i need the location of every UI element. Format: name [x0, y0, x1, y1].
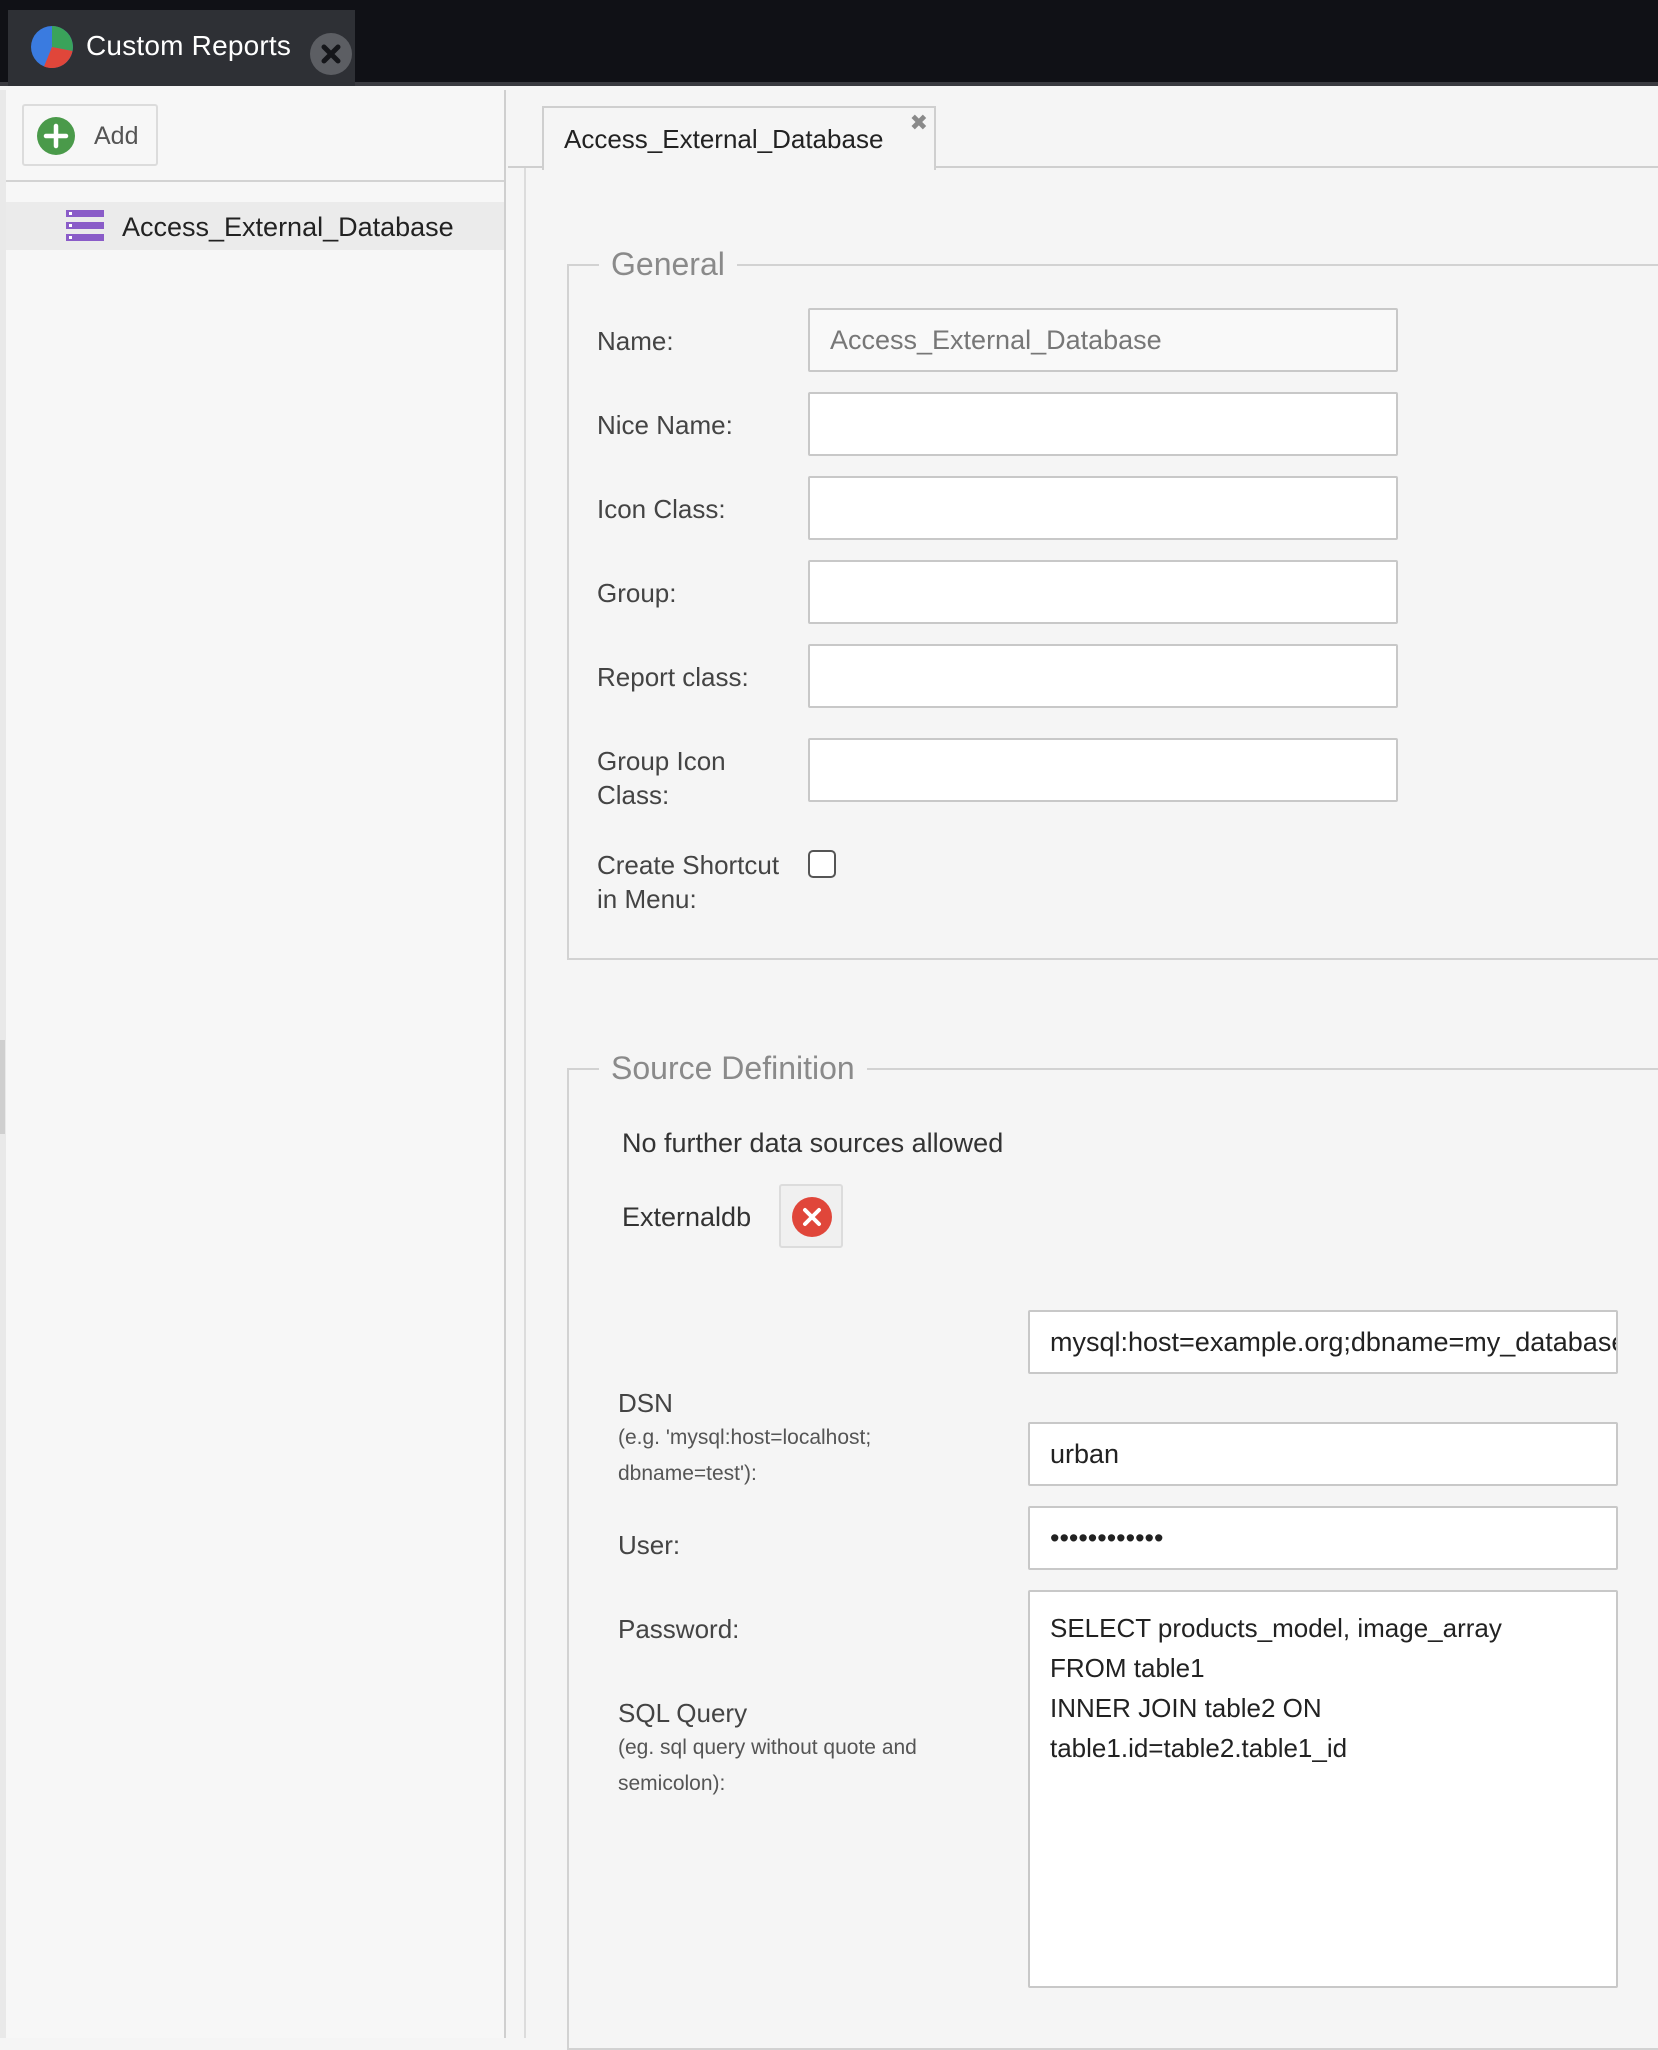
app-tab-custom-reports[interactable]: Custom Reports: [8, 10, 355, 86]
create-shortcut-label-line2: in Menu:: [597, 884, 697, 914]
collapse-handle[interactable]: [0, 1040, 5, 1134]
group-icon-class-label-line2: Class:: [597, 780, 670, 810]
sql-query-hint-line2: semicolon):: [618, 1772, 726, 1795]
list-icon: [66, 210, 104, 241]
password-field[interactable]: ••••••••••••: [1028, 1506, 1618, 1570]
data-source-name: Externaldb: [622, 1202, 752, 1232]
group-field[interactable]: [808, 560, 1398, 624]
name-label: Name:: [597, 326, 674, 356]
report-class-field[interactable]: [808, 644, 1398, 708]
content-divider: [524, 168, 526, 2038]
remove-icon: [792, 1197, 832, 1237]
add-icon: [37, 117, 75, 155]
nice-name-field[interactable]: [808, 392, 1398, 456]
sql-query-label: SQL Query: [618, 1698, 748, 1728]
dsn-hint-line1: (e.g. 'mysql:host=localhost;: [618, 1426, 872, 1449]
sql-query-textarea[interactable]: SELECT products_model, image_array FROM …: [1028, 1590, 1618, 1988]
pie-chart-icon: [31, 26, 73, 69]
dsn-field[interactable]: mysql:host=example.org;dbname=my_databas…: [1028, 1310, 1618, 1374]
password-label: Password:: [618, 1614, 740, 1644]
tab-label: Access_External_Database: [564, 124, 884, 154]
add-button-label: Add: [94, 122, 139, 150]
create-shortcut-label-line1: Create Shortcut: [597, 850, 780, 880]
close-app-tab-button[interactable]: [310, 33, 352, 75]
no-more-sources-notice: No further data sources allowed: [622, 1128, 1004, 1158]
user-label: User:: [618, 1530, 681, 1560]
add-button[interactable]: Add: [22, 104, 158, 166]
group-icon-class-field[interactable]: [808, 738, 1398, 802]
source-definition-legend: Source Definition: [611, 1050, 855, 1086]
list-toolbar: Add: [6, 90, 504, 182]
group-icon-class-label-line1: Group Icon: [597, 746, 726, 776]
report-list-panel: Add Access_External_Database: [6, 90, 506, 2038]
icon-class-label: Icon Class:: [597, 494, 726, 524]
tab-access-external-database[interactable]: Access_External_Database ✖: [542, 106, 936, 170]
sql-query-hint-line1: (eg. sql query without quote and: [618, 1736, 917, 1759]
top-bar: Custom Reports: [0, 0, 1658, 86]
remove-data-source-button[interactable]: [779, 1184, 843, 1248]
create-shortcut-checkbox[interactable]: [808, 850, 836, 878]
group-label: Group:: [597, 578, 677, 608]
app-tab-title: Custom Reports: [86, 30, 292, 61]
general-legend: General: [611, 246, 725, 282]
report-list-item-label: Access_External_Database: [122, 212, 454, 242]
sql-query-label-group: SQL Query (eg. sql query without quote a…: [618, 1696, 917, 1802]
dsn-label-group: DSN (e.g. 'mysql:host=localhost; dbname=…: [618, 1386, 871, 1492]
close-icon: [321, 44, 341, 64]
report-list-item[interactable]: Access_External_Database: [6, 202, 504, 250]
dsn-hint-line2: dbname=test'):: [618, 1462, 757, 1485]
report-class-label: Report class:: [597, 662, 749, 692]
close-icon[interactable]: ✖: [910, 110, 928, 136]
user-field[interactable]: urban: [1028, 1422, 1618, 1486]
report-editor-panel: Access_External_Database ✖ General Name:…: [508, 90, 1658, 2050]
icon-class-field[interactable]: [808, 476, 1398, 540]
dsn-label: DSN: [618, 1388, 673, 1418]
name-field[interactable]: Access_External_Database: [808, 308, 1398, 372]
editor-tabstrip: Access_External_Database ✖: [508, 90, 1658, 170]
nice-name-label: Nice Name:: [597, 410, 733, 440]
